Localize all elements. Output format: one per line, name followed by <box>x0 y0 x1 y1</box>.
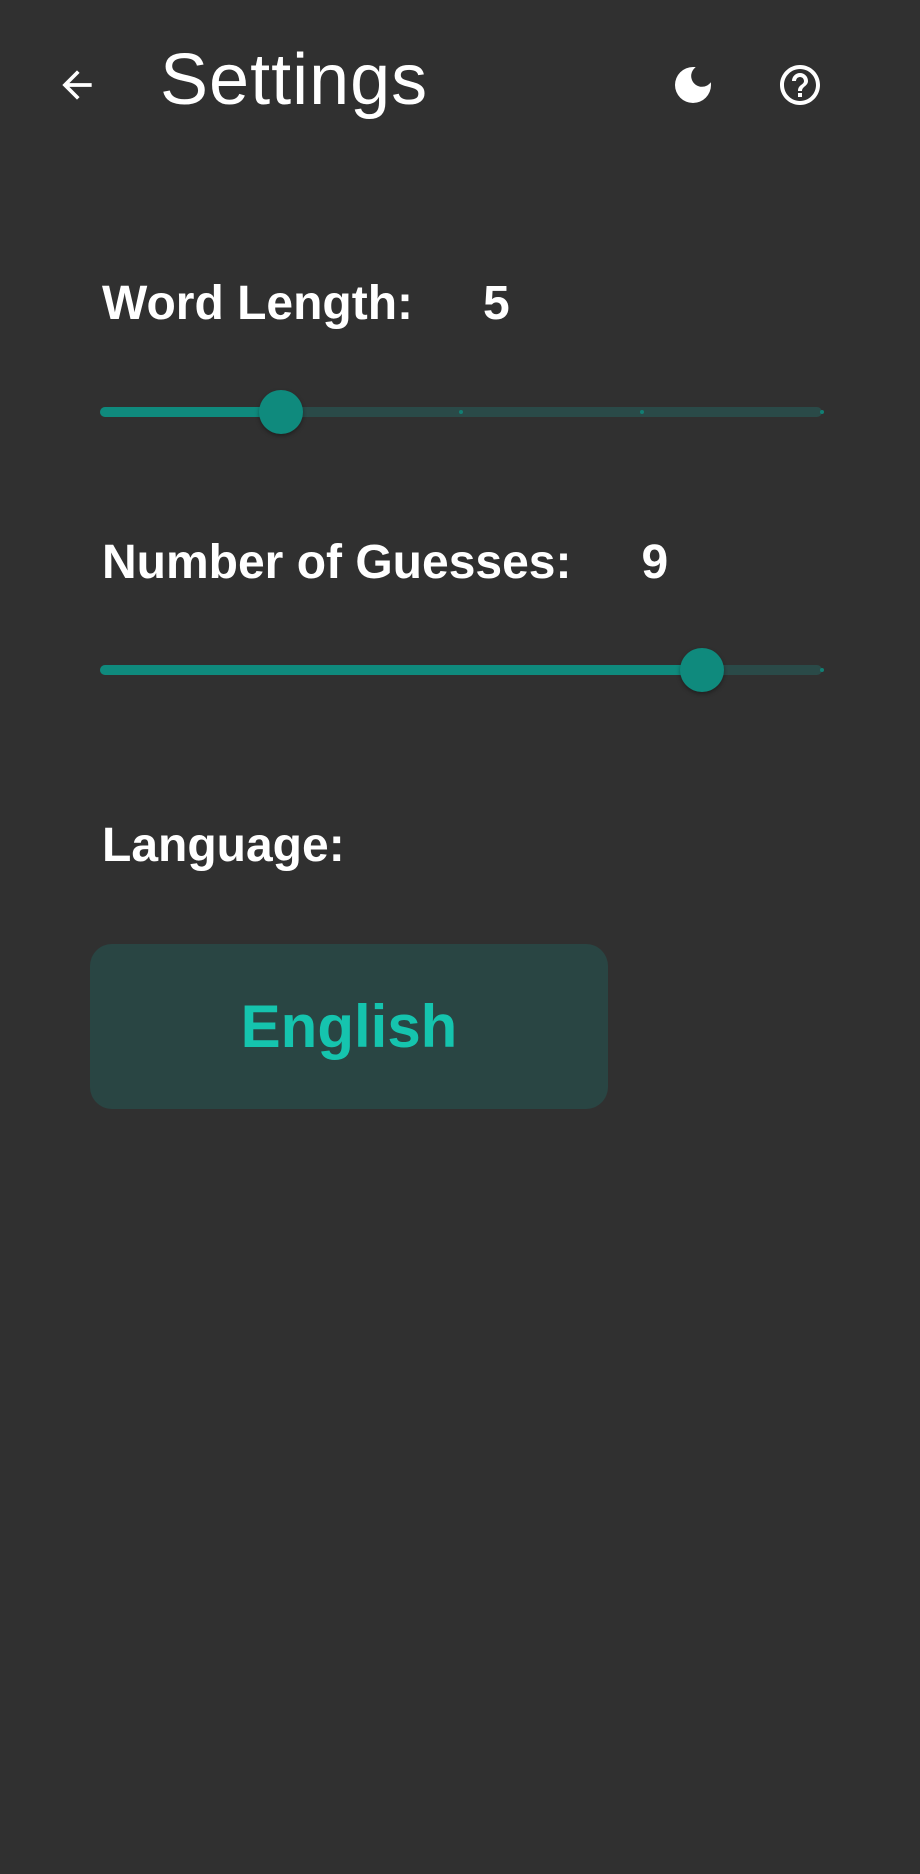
help-circle-icon <box>780 65 820 105</box>
slider-tick <box>820 668 824 672</box>
slider-active-track <box>100 407 281 417</box>
arrow-left-icon <box>62 70 92 100</box>
language-row: Language: <box>102 816 345 876</box>
guesses-label: Number of Guesses: <box>102 536 572 589</box>
slider-tick <box>459 410 463 414</box>
language-label: Language: <box>102 819 345 872</box>
language-button[interactable]: English <box>90 944 608 1109</box>
word-length-slider[interactable] <box>100 382 824 442</box>
word-length-label: Word Length: <box>102 277 414 330</box>
slider-track <box>100 407 824 417</box>
guesses-row: Number of Guesses: 9 <box>102 533 668 593</box>
slider-active-track <box>100 665 702 675</box>
slider-tick <box>639 410 644 414</box>
slider-tick <box>820 410 824 414</box>
help-button[interactable] <box>765 50 835 120</box>
word-length-value: 5 <box>483 277 510 330</box>
back-button[interactable] <box>42 50 112 120</box>
slider-thumb[interactable] <box>258 390 303 434</box>
word-length-row: Word Length: 5 <box>102 274 510 334</box>
moon-icon <box>675 67 711 103</box>
app-bar: Settings <box>0 0 920 170</box>
slider-thumb[interactable] <box>679 648 724 692</box>
guesses-slider[interactable] <box>100 640 824 700</box>
guesses-value: 9 <box>641 536 669 589</box>
page-title: Settings <box>160 40 429 120</box>
language-value: English <box>240 993 458 1060</box>
theme-toggle-button[interactable] <box>658 50 728 120</box>
